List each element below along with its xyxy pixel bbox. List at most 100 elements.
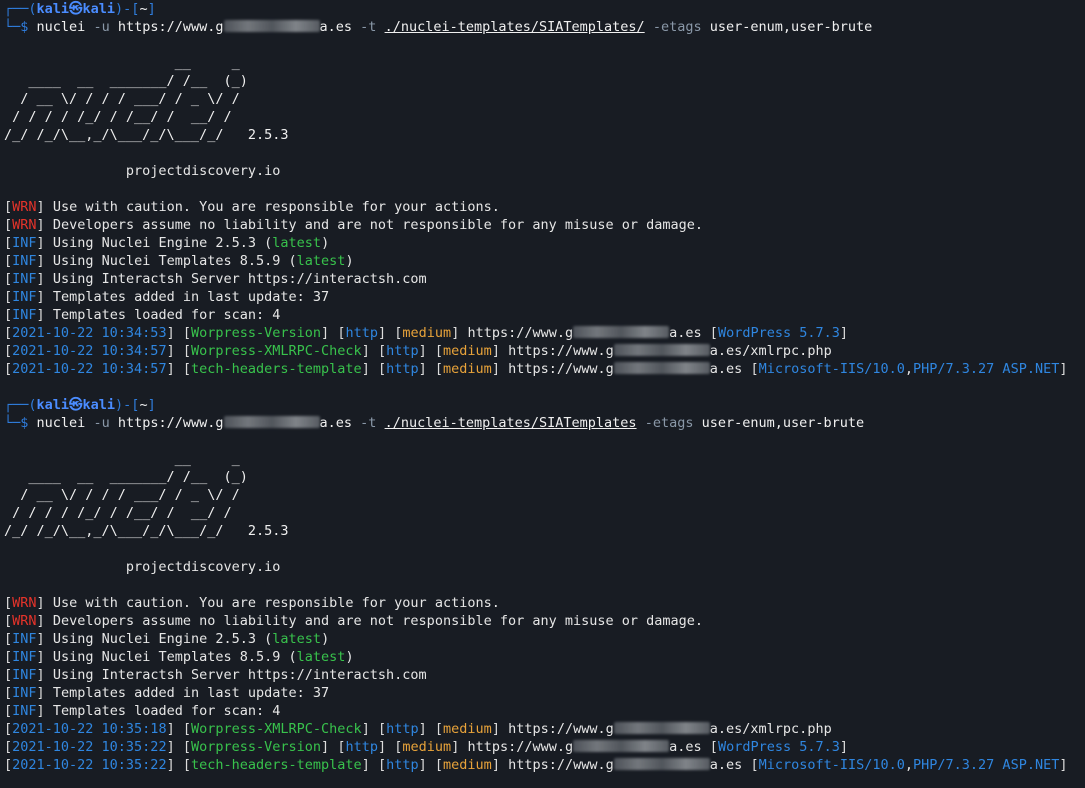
command-url-suffix: a.es [319,19,353,35]
command-flag-etags: -etags [652,19,702,35]
version-label: 2.5.3 [247,127,289,143]
log-text: Using Nuclei Templates 8.5.9 [52,649,289,665]
result-timestamp: 2021-10-22 10:34:57 [12,343,167,359]
ascii-banner-line: /_/ /_/\__,_/\___/_/\___/_/ 2.5.3 [4,127,289,143]
prompt-host: kali [82,397,116,413]
log-text: Developers assume no liability and are n… [52,217,704,233]
log-tag: INF [12,685,37,701]
log-message: [WRN] Use with caution. You are responsi… [4,199,500,215]
result-timestamp: 2021-10-22 10:35:18 [12,721,167,737]
log-text: Using Nuclei Engine 2.5.3 [52,235,265,251]
result-protocol: http [345,325,378,341]
prompt-cwd: ~ [139,397,148,413]
result-url-suffix: a.es/xmlrpc.php [709,343,832,359]
result-template: Worpress-Version [191,739,322,755]
log-text: Templates added in last update: 37 [52,685,330,701]
site-label: projectdiscovery.io [125,163,281,179]
command-binary: nuclei [36,415,86,431]
command-flag-t: -t [360,415,377,431]
command-flag-etags: -etags [644,415,694,431]
log-tag: INF [12,307,37,323]
log-text: Templates loaded for scan: 4 [52,703,281,719]
command-url-prefix: https://www.g [117,415,224,431]
site-label: projectdiscovery.io [125,559,281,575]
log-text: Use with caution. You are responsible fo… [52,595,500,611]
command-template-path: ./nuclei-templates/SIATemplates/ [384,19,645,35]
prompt-at-symbol: ㉿ [69,1,83,17]
command-line[interactable]: └─$ nuclei -u https://www.g a.es -t ./nuc… [4,18,1085,36]
version-label: 2.5.3 [247,523,289,539]
log-message: [INF] Templates loaded for scan: 4 [4,703,281,719]
result-url-suffix: a.es [709,757,743,773]
log-text: Templates added in last update: 37 [52,289,330,305]
prompt-line: ┌──(kali㉿kali)-[~] [4,1,156,17]
scan-result: [2021-10-22 10:35:22] [tech-headers-temp… [4,757,1068,773]
latest-badge: latest [272,235,322,251]
scan-result: [2021-10-22 10:34:57] [tech-headers-temp… [4,361,1068,377]
ascii-banner-line: / / / / /_/ / /__/ / __/ / [4,505,232,521]
site-line: projectdiscovery.io [4,162,1085,180]
log-text: Using Interactsh Server https://interact… [52,271,427,287]
redacted-domain [613,362,710,374]
ascii-banner-line: __ _ [4,451,240,467]
ascii-banner-line: __ _ [4,55,240,71]
scan-result: [2021-10-22 10:35:22] [Worpress-Version]… [4,739,848,755]
scan-result: [2021-10-22 10:35:18] [Worpress-XMLRPC-C… [4,721,832,737]
result-url-prefix: https://www.g [508,757,614,773]
log-text: Using Interactsh Server https://interact… [52,667,427,683]
command-flag-t: -t [360,19,377,35]
command-url-suffix: a.es [319,415,353,431]
prompt-cwd: ~ [139,1,148,17]
result-template: Worpress-XMLRPC-Check [191,343,362,359]
result-timestamp: 2021-10-22 10:35:22 [12,757,167,773]
log-text: Developers assume no liability and are n… [52,613,704,629]
redacted-domain [223,416,320,428]
scan-result: [2021-10-22 10:34:53] [Worpress-Version]… [4,325,848,341]
redacted-domain [613,344,710,356]
log-tag: INF [12,631,37,647]
command-line[interactable]: └─$ nuclei -u https://www.g a.es -t ./nuc… [4,414,1085,432]
log-message: [INF] Using Nuclei Templates 8.5.9 (late… [4,649,354,665]
result-protocol: http [345,739,378,755]
result-protocol: http [386,757,419,773]
log-message: [INF] Using Nuclei Engine 2.5.3 (latest) [4,631,330,647]
result-url-prefix: https://www.g [508,721,614,737]
command-etags-value: user-enum,user-brute [701,415,865,431]
result-protocol: http [386,721,419,737]
log-message: [WRN] Use with caution. You are responsi… [4,595,500,611]
ascii-banner-line: / __ \/ / / / ___/ / _ \/ / [4,487,240,503]
command-template-path: ./nuclei-templates/SIATemplates [384,415,637,431]
ascii-banner-line: /_/ /_/\__,_/\___/_/\___/_/ 2.5.3 [4,523,289,539]
log-message: [WRN] Developers assume no liability and… [4,613,704,629]
result-url-prefix: https://www.g [467,739,574,755]
log-message: [INF] Templates added in last update: 37 [4,685,330,701]
result-tech: PHP/7.3.27 ASP.NET [913,757,1060,773]
result-template: Worpress-Version [191,325,322,341]
command-flag-u: -u [93,19,110,35]
result-timestamp: 2021-10-22 10:34:57 [12,361,167,377]
prompt-user: kali [36,1,70,17]
log-message: [INF] Using Nuclei Engine 2.5.3 (latest) [4,235,330,251]
result-tech: PHP/7.3.27 ASP.NET [913,361,1060,377]
command-etags-value: user-enum,user-brute [709,19,873,35]
log-message: [WRN] Developers assume no liability and… [4,217,704,233]
result-timestamp: 2021-10-22 10:35:22 [12,739,167,755]
result-url-suffix: a.es [669,325,702,341]
log-tag: INF [12,271,37,287]
terminal-window[interactable]: ┌──(kali㉿kali)-[~] └─$ nuclei -u https:/… [0,0,1085,788]
result-tech: Microsoft-IIS/10.0 [758,757,905,773]
log-text: Using Nuclei Templates 8.5.9 [52,253,289,269]
ascii-banner-line: / / / / /_/ / /__/ / __/ / [4,109,232,125]
result-url-prefix: https://www.g [467,325,574,341]
log-message: [INF] Using Interactsh Server https://in… [4,271,427,287]
result-tech: Microsoft-IIS/10.0 [758,361,905,377]
prompt-host: kali [82,1,116,17]
site-line: projectdiscovery.io [4,558,1085,576]
log-message: [INF] Templates loaded for scan: 4 [4,307,281,323]
log-tag: INF [12,703,37,719]
log-text: Templates loaded for scan: 4 [52,307,281,323]
redacted-domain [573,740,670,752]
result-severity: medium [402,739,452,755]
latest-badge: latest [272,631,322,647]
command-binary: nuclei [36,19,86,35]
